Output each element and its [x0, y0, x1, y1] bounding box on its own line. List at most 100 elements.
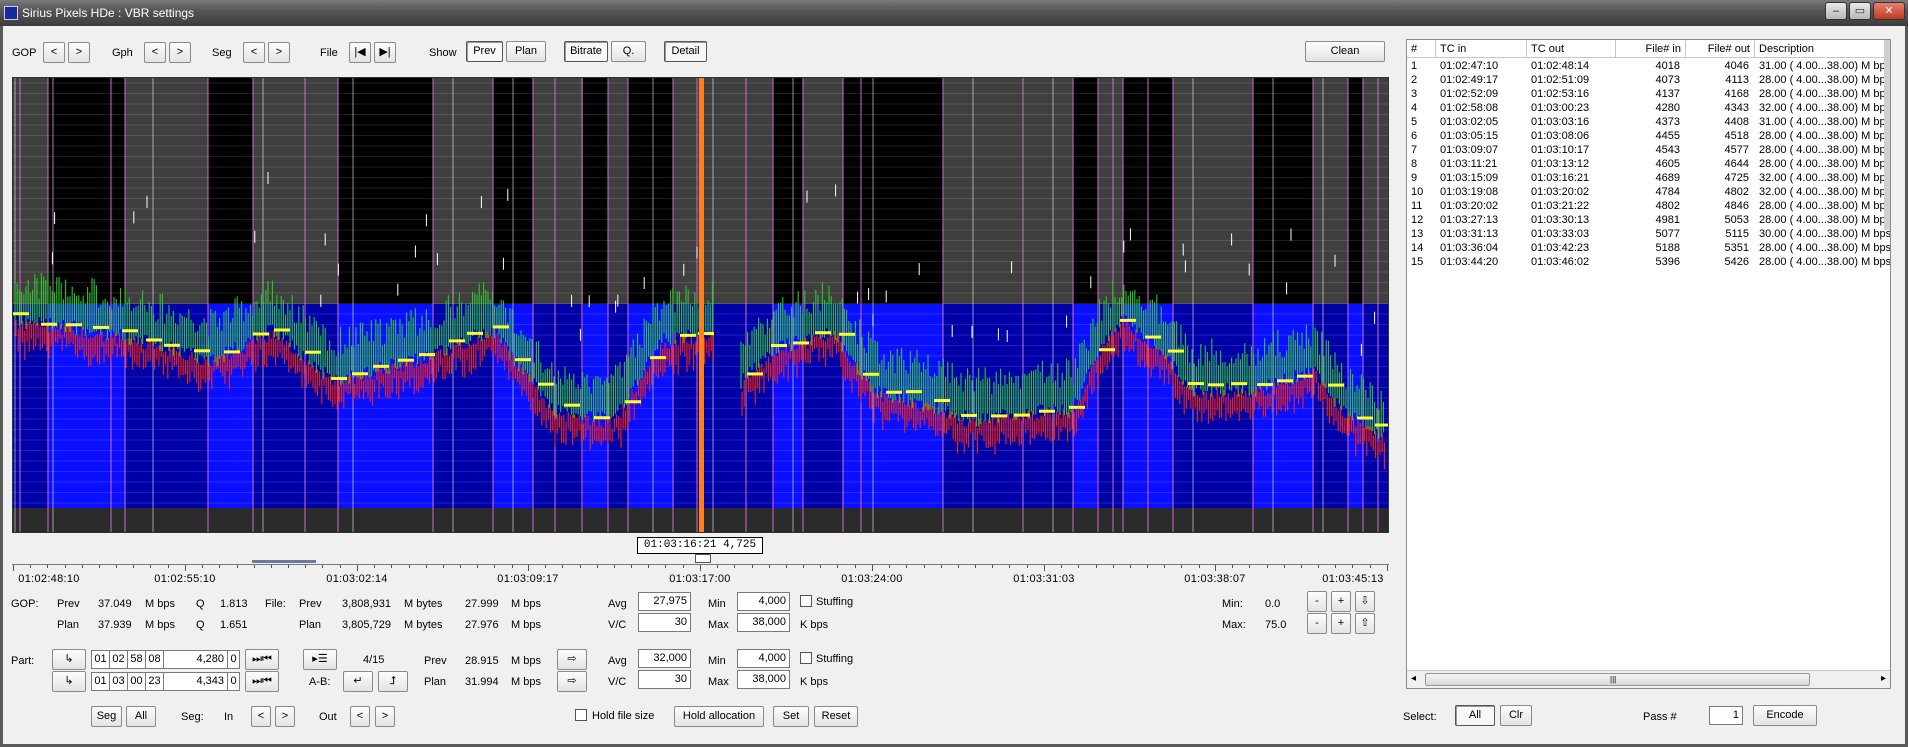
- all-button[interactable]: All: [126, 706, 156, 727]
- col-header-tc-in[interactable]: TC in: [1436, 40, 1527, 58]
- col-header-file-out[interactable]: File# out: [1686, 40, 1755, 58]
- show-q-toggle[interactable]: Q.: [611, 41, 646, 62]
- col-header-description[interactable]: Description: [1755, 40, 1890, 58]
- bitrate-graph-canvas[interactable]: [13, 78, 1389, 533]
- seg-prev-button[interactable]: <: [243, 42, 265, 63]
- hold-allocation-button[interactable]: Hold allocation: [674, 706, 764, 727]
- bitrate-graph[interactable]: [12, 77, 1389, 533]
- table-row[interactable]: 11 01:03:20:02 01:03:21:22 4802 4846 28.00 ( …: [1407, 199, 1890, 213]
- seg-button[interactable]: Seg: [91, 706, 122, 727]
- ab-right-button[interactable]: ⮥: [378, 671, 408, 692]
- table-row[interactable]: 8 01:03:11:21 01:03:13:12 4605 4644 28.00 ( 4…: [1407, 157, 1890, 171]
- table-row[interactable]: 12 01:03:27:13 01:03:30:13 4981 5053 28.00 ( …: [1407, 213, 1890, 227]
- scroll-right-icon[interactable]: ▸: [1881, 673, 1886, 684]
- pass-input[interactable]: 1: [1709, 706, 1743, 725]
- col-header-tc-out[interactable]: TC out: [1527, 40, 1616, 58]
- scale-min-plus-button[interactable]: +: [1331, 591, 1351, 612]
- part-list-button[interactable]: ▸☰: [303, 649, 337, 670]
- part-in-jump-button[interactable]: ↳: [52, 649, 86, 670]
- min-input-2[interactable]: 4,000: [737, 649, 790, 668]
- table-row[interactable]: 9 01:03:15:09 01:03:16:21 4689 4725 32.00 ( 4…: [1407, 171, 1890, 185]
- col-header-index[interactable]: #: [1407, 40, 1436, 58]
- col-header-file-in[interactable]: File# in: [1616, 40, 1686, 58]
- part-in-hh[interactable]: 01: [91, 650, 110, 669]
- table-row[interactable]: 3 01:02:52:09 01:02:53:16 4137 4168 28.00 ( 4…: [1407, 87, 1890, 101]
- gph-prev-button[interactable]: <: [144, 42, 166, 63]
- table-row[interactable]: 2 01:02:49:17 01:02:51:09 4073 4113 28.00 ( 4…: [1407, 73, 1890, 87]
- scroll-left-icon[interactable]: ◂: [1411, 673, 1416, 684]
- part-in-ff[interactable]: 08: [145, 650, 164, 669]
- part-in-ss[interactable]: 58: [127, 650, 146, 669]
- table-row[interactable]: 1 01:02:47:10 01:02:48:14 4018 4046 31.00 ( 4…: [1407, 59, 1890, 73]
- min-input-1[interactable]: 4,000: [737, 592, 790, 611]
- scale-up-button[interactable]: ⇧: [1355, 613, 1375, 634]
- part-in-skip-button[interactable]: ⏭⏮: [245, 649, 279, 670]
- show-plan-toggle[interactable]: Plan: [506, 41, 546, 62]
- table-vertical-scrollbar[interactable]: [1884, 40, 1890, 230]
- scale-down-button[interactable]: ⇩: [1355, 591, 1375, 612]
- maximize-button[interactable]: ▭: [1849, 2, 1871, 20]
- select-clear-button[interactable]: Clr: [1500, 705, 1532, 726]
- max-input-1[interactable]: 38,000: [737, 613, 790, 632]
- minimize-button[interactable]: –: [1825, 2, 1847, 20]
- part-in-flag[interactable]: 0: [227, 650, 240, 669]
- seg-in-prev-button[interactable]: <: [251, 706, 271, 727]
- gop-prev-button[interactable]: <: [43, 42, 65, 63]
- select-all-button[interactable]: All: [1455, 705, 1495, 726]
- scale-max-minus-button[interactable]: -: [1307, 613, 1327, 634]
- copy-plan-arrow-button[interactable]: ⇨: [557, 671, 587, 692]
- stuffing-checkbox-1[interactable]: [800, 595, 812, 607]
- table-row[interactable]: 14 01:03:36:04 01:03:42:23 5188 5351 28.00 ( …: [1407, 241, 1890, 255]
- gop-next-button[interactable]: >: [68, 42, 90, 63]
- copy-prev-arrow-button[interactable]: ⇨: [557, 649, 587, 670]
- part-out-flag[interactable]: 0: [227, 672, 240, 691]
- part-out-skip-button[interactable]: ⏭⏮: [245, 671, 279, 692]
- encode-button[interactable]: Encode: [1753, 705, 1817, 726]
- table-row[interactable]: 13 01:03:31:13 01:03:33:03 5077 5115 30.00 ( …: [1407, 227, 1890, 241]
- scale-min-minus-button[interactable]: -: [1307, 591, 1327, 612]
- graph-scrollbar[interactable]: [12, 553, 1389, 563]
- show-detail-toggle[interactable]: Detail: [664, 41, 707, 62]
- scale-max-plus-button[interactable]: +: [1331, 613, 1351, 634]
- hold-file-size-checkbox[interactable]: [575, 709, 587, 721]
- file-first-button[interactable]: |◀: [349, 42, 371, 63]
- part-out-ss[interactable]: 00: [127, 672, 146, 691]
- table-row[interactable]: 4 01:02:58:08 01:03:00:23 4280 4343 32.00 ( 4…: [1407, 101, 1890, 115]
- part-in-mm[interactable]: 02: [109, 650, 128, 669]
- close-button[interactable]: ✕: [1873, 2, 1905, 20]
- stuffing-checkbox-2[interactable]: [800, 652, 812, 664]
- vc-input-2[interactable]: 30: [638, 670, 691, 689]
- seg-in-next-button[interactable]: >: [275, 706, 295, 727]
- seg-out-next-button[interactable]: >: [375, 706, 395, 727]
- clean-button[interactable]: Clean: [1305, 41, 1385, 62]
- show-prev-toggle[interactable]: Prev: [466, 41, 503, 62]
- part-out-hh[interactable]: 01: [91, 672, 110, 691]
- table-hscroll-thumb[interactable]: |||: [1425, 673, 1810, 686]
- gph-next-button[interactable]: >: [169, 42, 191, 63]
- part-out-jump-button[interactable]: ↳: [52, 671, 86, 692]
- part-out-mm[interactable]: 03: [109, 672, 128, 691]
- part-out-frame[interactable]: 4,343: [163, 672, 228, 691]
- table-row[interactable]: 15 01:03:44:20 01:03:46:02 5396 5426 28.00 ( …: [1407, 255, 1890, 269]
- table-row[interactable]: 5 01:03:02:05 01:03:03:16 4373 4408 31.00 ( 4…: [1407, 115, 1890, 129]
- table-row[interactable]: 7 01:03:09:07 01:03:10:17 4543 4577 28.00 ( 4…: [1407, 143, 1890, 157]
- show-bitrate-toggle[interactable]: Bitrate: [564, 41, 608, 62]
- file-last-button[interactable]: ▶|: [374, 42, 396, 63]
- avg-input-1[interactable]: 27,975: [638, 592, 691, 611]
- table-row[interactable]: 6 01:03:05:15 01:03:08:06 4455 4518 28.00 ( 4…: [1407, 129, 1890, 143]
- part-in-frame[interactable]: 4,280: [163, 650, 228, 669]
- segment-table[interactable]: # TC in TC out File# in File# out Descri…: [1406, 39, 1891, 689]
- reset-button[interactable]: Reset: [814, 706, 858, 727]
- graph-scroll-thumb[interactable]: [252, 560, 316, 563]
- table-horizontal-scrollbar[interactable]: ◂ ||| ▸: [1407, 670, 1890, 688]
- max-input-2[interactable]: 38,000: [737, 670, 790, 689]
- seg-next-button[interactable]: >: [268, 42, 290, 63]
- vc-input-1[interactable]: 30: [638, 613, 691, 632]
- part-out-ff[interactable]: 23: [145, 672, 164, 691]
- ab-left-button[interactable]: ↵: [343, 671, 373, 692]
- avg-input-2[interactable]: 32,000: [638, 649, 691, 668]
- seg-out-prev-button[interactable]: <: [350, 706, 370, 727]
- set-button[interactable]: Set: [773, 706, 809, 727]
- table-row[interactable]: 10 01:03:19:08 01:03:20:02 4784 4802 32.00 ( …: [1407, 185, 1890, 199]
- table-vscroll-thumb[interactable]: [1884, 40, 1890, 230]
